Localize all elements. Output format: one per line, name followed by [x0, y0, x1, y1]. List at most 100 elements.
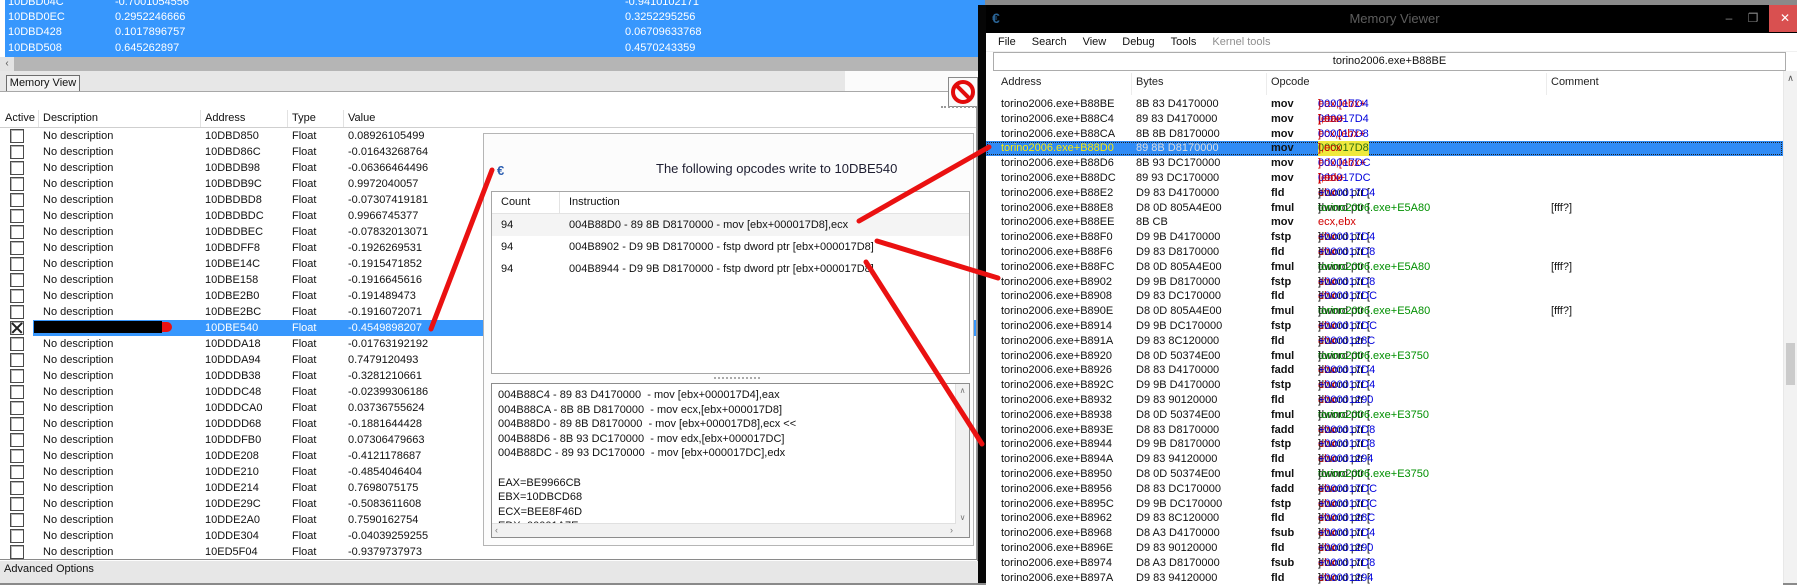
disassembly-row[interactable]: torino2006.exe+B894AD9 83 94120000flddwo…	[986, 452, 1783, 467]
scrollbar-thumb[interactable]	[1786, 343, 1795, 385]
column-header-opcode[interactable]: Opcode	[1271, 76, 1310, 88]
opcode-row[interactable]: 94004B88D0 - 89 8B D8170000 - mov [ebx+0…	[492, 214, 969, 236]
stop-scan-button[interactable]	[948, 77, 978, 107]
title-bar[interactable]: € Memory Viewer – ❐ ✕	[986, 5, 1797, 33]
active-checkbox[interactable]	[10, 529, 24, 543]
active-checkbox[interactable]	[10, 289, 24, 303]
active-checkbox[interactable]	[10, 545, 24, 559]
active-checkbox[interactable]	[10, 177, 24, 191]
disassembly-row[interactable]: torino2006.exe+B891AD9 83 8C120000flddwo…	[986, 334, 1783, 349]
maximize-button[interactable]: ❐	[1743, 5, 1763, 32]
column-header-description[interactable]: Description	[43, 112, 98, 124]
disassembly-row[interactable]: torino2006.exe+B895CD9 9B DC170000fstpdw…	[986, 497, 1783, 512]
active-checkbox[interactable]	[10, 481, 24, 495]
disassembly-row[interactable]: torino2006.exe+B88FCD8 0D 805A4E00fmuldw…	[986, 260, 1783, 275]
scroll-up-icon[interactable]: ∧	[1784, 73, 1797, 84]
active-checkbox[interactable]	[10, 305, 24, 319]
dialog-splitter-grip[interactable]	[714, 377, 760, 379]
active-checkbox[interactable]	[10, 273, 24, 287]
scan-result-row[interactable]: 10DBD04C-0.7001054556-0.9410102171	[5, 0, 985, 10]
scan-horizontal-scrollbar[interactable]: ‹	[0, 57, 985, 71]
opcode-list[interactable]: Count Instruction 94004B88D0 - 89 8B D81…	[491, 191, 970, 374]
scan-result-row[interactable]: 10DBD4280.10178967570.06709633768	[5, 25, 985, 40]
active-checkbox[interactable]	[10, 401, 24, 415]
disassembly-vertical-scrollbar[interactable]: ∧	[1783, 71, 1797, 583]
disassembly-row[interactable]: torino2006.exe+B892CD9 9B D4170000fstpdw…	[986, 378, 1783, 393]
table-row[interactable]: No description10ED5F04Float-0.9379737973	[0, 544, 976, 560]
column-header-bytes[interactable]: Bytes	[1136, 76, 1164, 88]
scroll-up-icon[interactable]: ∧	[956, 386, 969, 395]
active-checkbox[interactable]	[10, 385, 24, 399]
disassembly-row[interactable]: torino2006.exe+B88D68B 93 DC170000movedx…	[986, 156, 1783, 171]
splitter-grip-icon[interactable]	[941, 106, 977, 108]
disassembly-row[interactable]: torino2006.exe+B8956D8 83 DC170000fadddw…	[986, 482, 1783, 497]
disassembly-row[interactable]: torino2006.exe+B88EE8B CBmovecx,ebx	[986, 215, 1783, 230]
column-header-instruction[interactable]: Instruction	[569, 196, 620, 208]
disassembly-row[interactable]: torino2006.exe+B8950D8 0D 50374E00fmuldw…	[986, 467, 1783, 482]
extra-info-panel[interactable]: 004B88C4 - 89 83 D4170000 - mov [ebx+000…	[491, 383, 970, 538]
active-checkbox[interactable]	[10, 257, 24, 271]
menu-item-debug[interactable]: Debug	[1114, 33, 1162, 51]
disassembler-header[interactable]: Address Bytes Opcode Comment	[986, 71, 1783, 97]
active-checkbox[interactable]	[10, 337, 24, 351]
column-header-value[interactable]: Value	[348, 112, 375, 124]
disassembly-row[interactable]: torino2006.exe+B88C489 83 D4170000mov[eb…	[986, 112, 1783, 127]
disassembly-row[interactable]: torino2006.exe+B88E8D8 0D 805A4E00fmuldw…	[986, 201, 1783, 216]
active-checkbox[interactable]	[10, 369, 24, 383]
disassembly-row[interactable]: torino2006.exe+B890ED8 0D 805A4E00fmuldw…	[986, 304, 1783, 319]
detail-horizontal-scrollbar[interactable]: ‹ ›	[492, 523, 956, 537]
scroll-left-icon[interactable]: ‹	[0, 57, 14, 71]
disassembly-row[interactable]: torino2006.exe+B8902D9 9B D8170000fstpdw…	[986, 275, 1783, 290]
active-checkbox[interactable]	[10, 161, 24, 175]
active-checkbox[interactable]	[10, 513, 24, 527]
active-checkbox[interactable]	[10, 129, 24, 143]
menu-item-search[interactable]: Search	[1024, 33, 1075, 51]
disassembly-row[interactable]: torino2006.exe+B88DC89 93 DC170000mov[eb…	[986, 171, 1783, 186]
column-header-count[interactable]: Count	[501, 196, 530, 208]
detail-vertical-scrollbar[interactable]: ∧ ∨	[955, 384, 969, 524]
active-checkbox[interactable]	[10, 497, 24, 511]
disassembly-row[interactable]: torino2006.exe+B8974D8 A3 D8170000fsubdw…	[986, 556, 1783, 571]
active-checkbox[interactable]	[10, 353, 24, 367]
disassembly-row[interactable]: torino2006.exe+B893ED8 83 D8170000fadddw…	[986, 423, 1783, 438]
disassembly-row[interactable]: torino2006.exe+B896ED9 83 90120000flddwo…	[986, 541, 1783, 556]
minimize-button[interactable]: –	[1719, 5, 1739, 32]
column-header-active[interactable]: Active	[5, 112, 35, 124]
menu-item-tools[interactable]: Tools	[1163, 33, 1205, 51]
disassembly-row[interactable]: torino2006.exe+B8938D8 0D 50374E00fmuldw…	[986, 408, 1783, 423]
menu-item-view[interactable]: View	[1075, 33, 1115, 51]
active-checkbox[interactable]	[10, 433, 24, 447]
disassembly-row[interactable]: torino2006.exe+B88F0D9 9B D4170000fstpdw…	[986, 230, 1783, 245]
scroll-left-icon[interactable]: ‹	[495, 525, 498, 535]
scroll-right-icon[interactable]: ›	[950, 525, 953, 535]
opcode-row[interactable]: 94004B8902 - D9 9B D8170000 - fstp dword…	[492, 236, 969, 258]
active-checkbox[interactable]	[10, 449, 24, 463]
address-table-header[interactable]: Active Description Address Type Value	[0, 110, 976, 128]
active-checkbox[interactable]	[10, 241, 24, 255]
column-header-address[interactable]: Address	[1001, 76, 1041, 88]
close-button[interactable]: ✕	[1769, 5, 1797, 32]
menu-item-file[interactable]: File	[990, 33, 1024, 51]
active-checkbox[interactable]	[10, 321, 24, 335]
disassembly-row[interactable]: torino2006.exe+B88F6D9 83 D8170000flddwo…	[986, 245, 1783, 260]
disassembly-row[interactable]: torino2006.exe+B8932D9 83 90120000flddwo…	[986, 393, 1783, 408]
disassembly-row[interactable]: torino2006.exe+B8920D8 0D 50374E00fmuldw…	[986, 349, 1783, 364]
column-header-type[interactable]: Type	[292, 112, 316, 124]
disassembly-row[interactable]: torino2006.exe+B88BE8B 83 D4170000moveax…	[986, 97, 1783, 112]
column-header-comment[interactable]: Comment	[1551, 76, 1599, 88]
address-bar[interactable]: torino2006.exe+B88BE	[993, 52, 1786, 71]
disassembly-row[interactable]: torino2006.exe+B8962D9 83 8C120000flddwo…	[986, 511, 1783, 526]
opcode-list-header[interactable]: Count Instruction	[492, 192, 969, 214]
scan-results-list[interactable]: 10DBD04C-0.7001054556-0.941010217110DBD0…	[5, 0, 985, 57]
column-header-address[interactable]: Address	[205, 112, 245, 124]
active-checkbox[interactable]	[10, 145, 24, 159]
advanced-options-label[interactable]: Advanced Options	[4, 563, 94, 575]
disassembly-row[interactable]: torino2006.exe+B8914D9 9B DC170000fstpdw…	[986, 319, 1783, 334]
active-checkbox[interactable]	[10, 465, 24, 479]
disassembly-row[interactable]: torino2006.exe+B8944D9 9B D8170000fstpdw…	[986, 437, 1783, 452]
active-checkbox[interactable]	[10, 193, 24, 207]
scan-result-row[interactable]: 10DBD5080.6452628970.4570243359	[5, 41, 985, 56]
disassembly-row[interactable]: torino2006.exe+B8908D9 83 DC170000flddwo…	[986, 289, 1783, 304]
disassembly-row[interactable]: torino2006.exe+B8926D8 83 D4170000fadddw…	[986, 363, 1783, 378]
scroll-down-icon[interactable]: ∨	[956, 513, 969, 522]
